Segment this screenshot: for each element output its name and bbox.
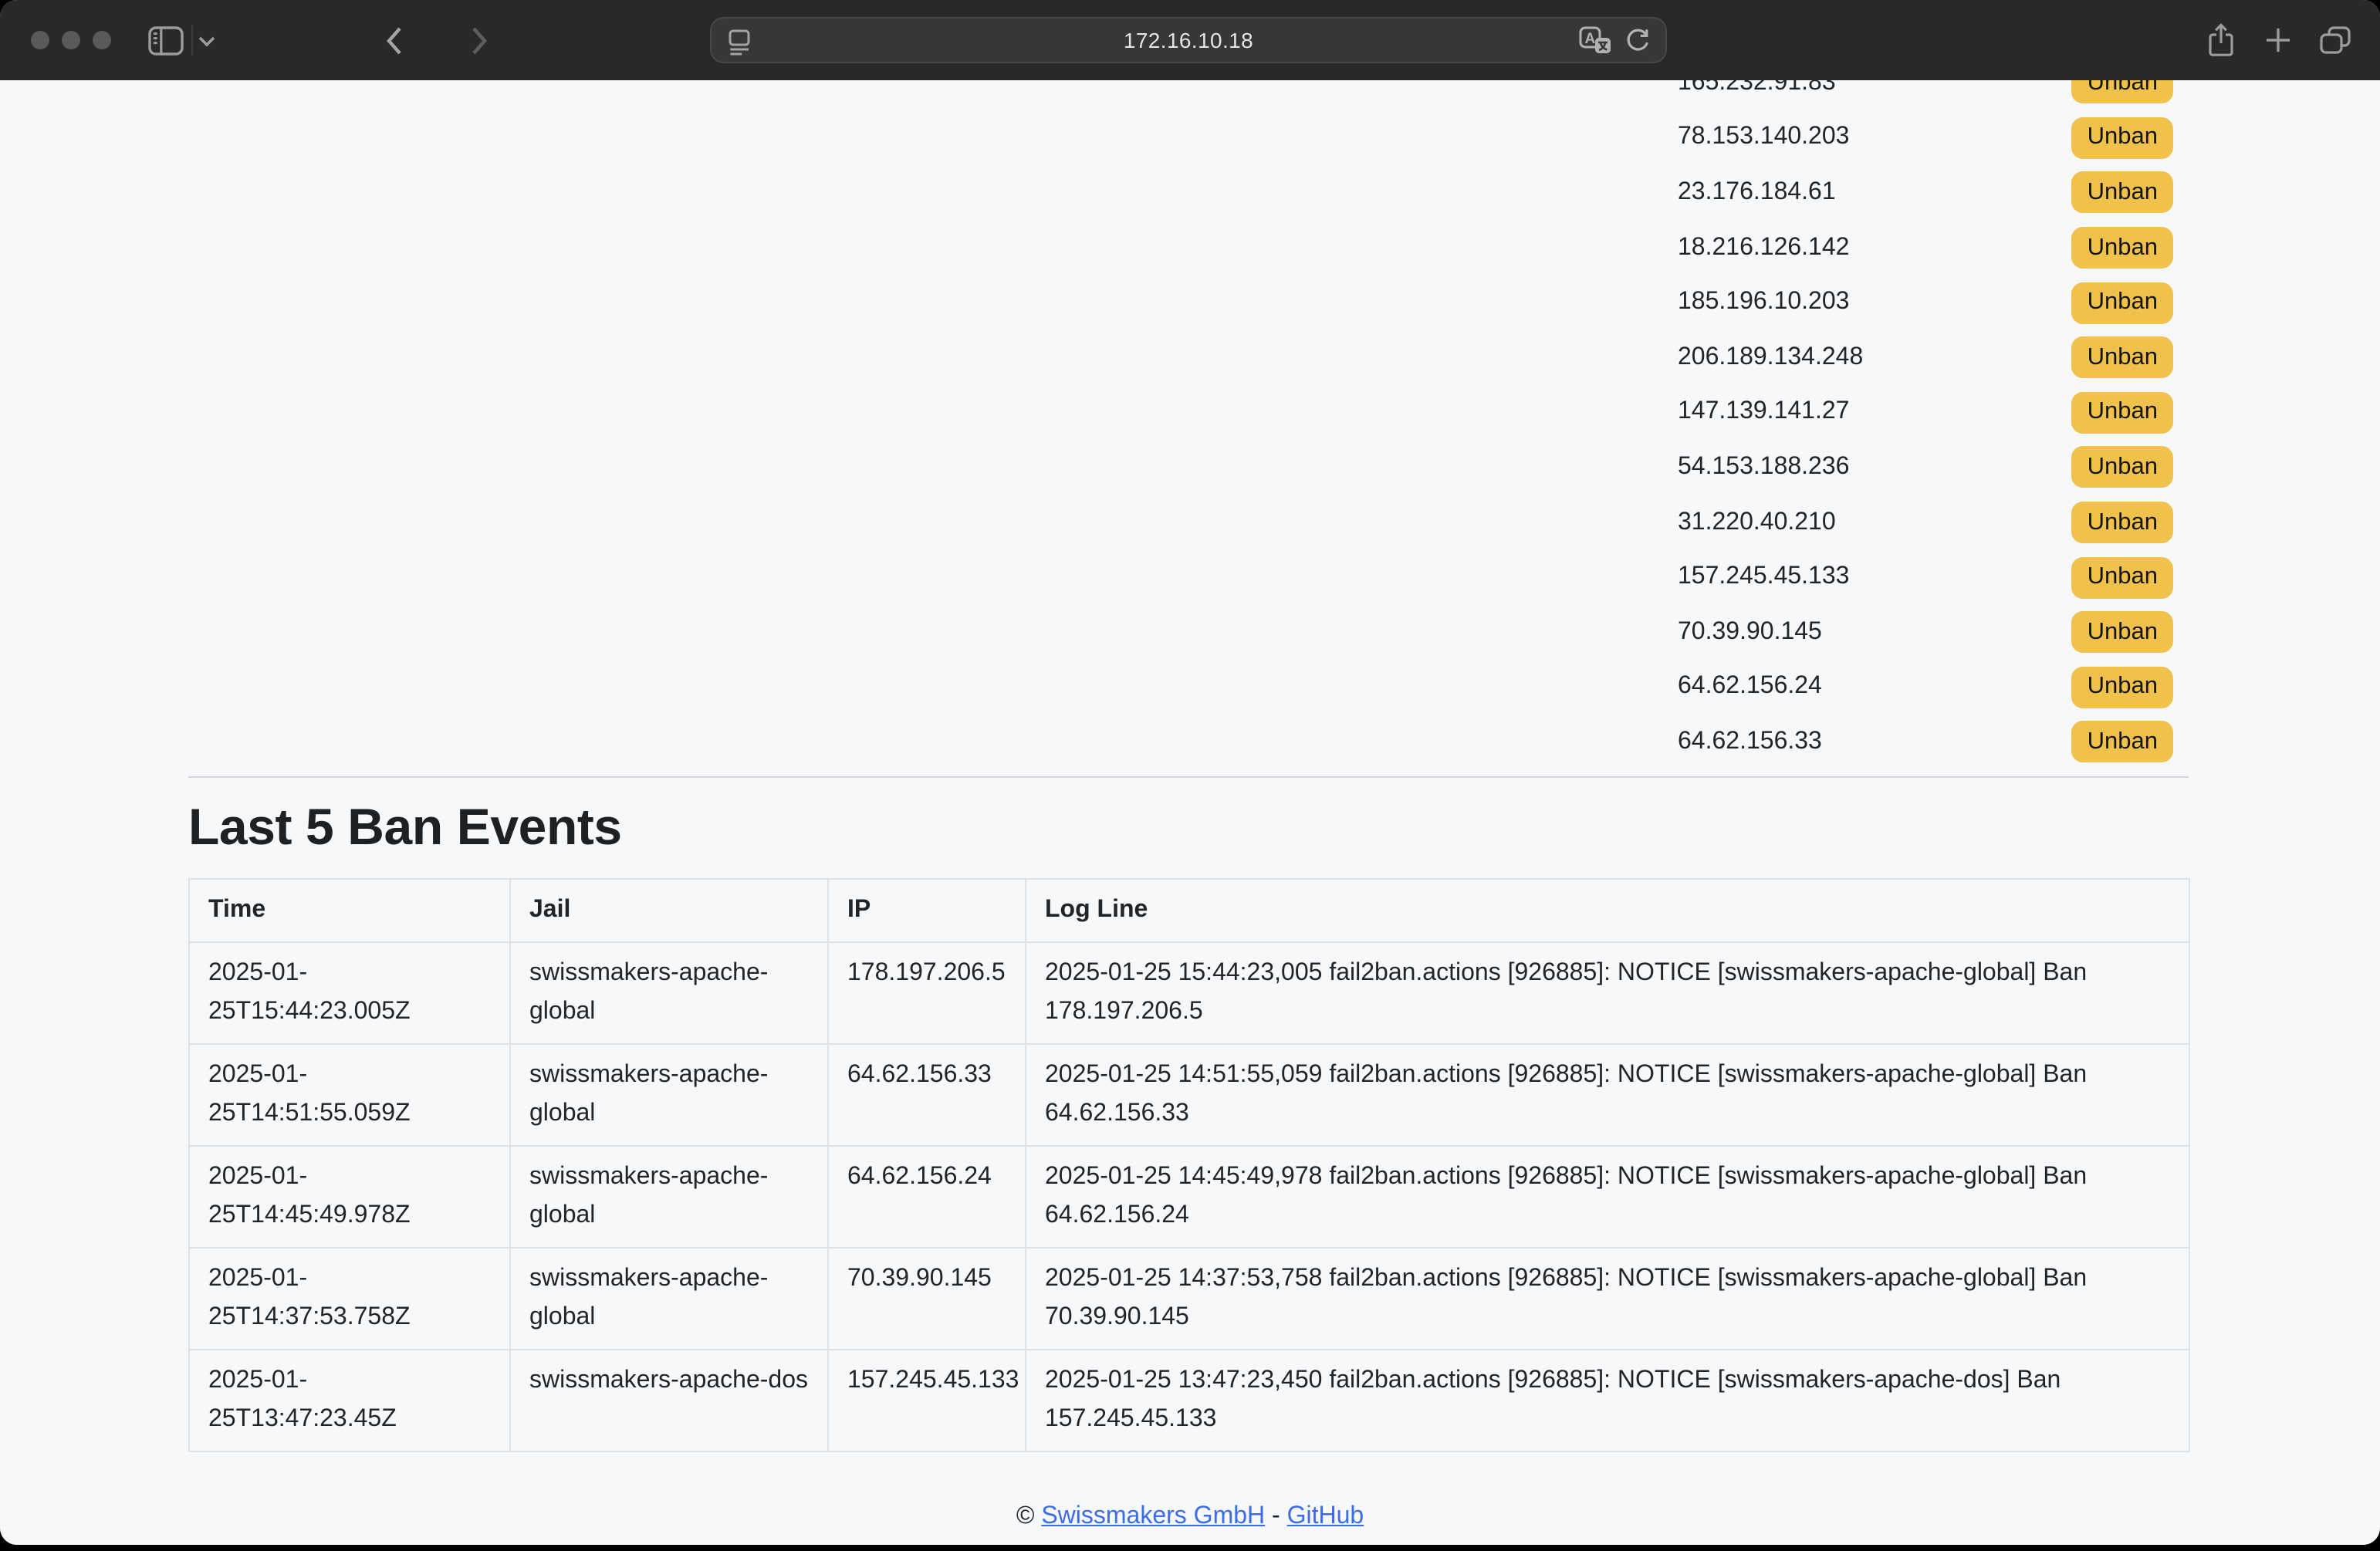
ip-address: 64.62.156.24 <box>1678 674 1822 701</box>
banned-ip-row: 157.245.45.133 Unban <box>1644 550 2189 605</box>
ip-address: 206.189.134.248 <box>1678 344 1863 372</box>
table-row: 2025-01-25T14:51:55.059Zswissmakers-apac… <box>189 1044 2189 1146</box>
toolbar-divider <box>191 25 193 56</box>
time-cell: 2025-01-25T15:44:23.005Z <box>189 942 510 1044</box>
company-link[interactable]: Swissmakers GmbH <box>1041 1503 1265 1529</box>
unban-button[interactable]: Unban <box>2072 227 2173 269</box>
ip-address: 165.232.91.83 <box>1678 80 1836 97</box>
logline-cell: 2025-01-25 13:47:23,450 fail2ban.actions… <box>1026 1350 2189 1451</box>
ban-events-table: Time Jail IP Log Line 2025-01-25T15:44:2… <box>188 878 2190 1452</box>
jail-cell: swissmakers-apache-global <box>510 1044 828 1146</box>
banned-ip-row: 18.216.126.142 Unban <box>1644 221 2189 275</box>
ip-address: 185.196.10.203 <box>1678 289 1849 316</box>
time-cell: 2025-01-25T14:45:49.978Z <box>189 1146 510 1248</box>
ip-cell: 157.245.45.133 <box>828 1350 1026 1451</box>
time-cell: 2025-01-25T14:51:55.059Z <box>189 1044 510 1146</box>
ban-events-heading: Last 5 Ban Events <box>188 798 622 857</box>
table-row: 2025-01-25T14:37:53.758Zswissmakers-apac… <box>189 1248 2189 1350</box>
column-header-time: Time <box>189 879 510 942</box>
logline-cell: 2025-01-25 14:37:53,758 fail2ban.actions… <box>1026 1248 2189 1350</box>
safari-window: 172.16.10.18 A <box>0 0 2380 1545</box>
unban-button[interactable]: Unban <box>2072 282 2173 323</box>
banned-ip-row: 70.39.90.145 Unban <box>1644 605 2189 660</box>
page-content: 165.232.91.83Unban78.153.140.203Unban23.… <box>0 80 2380 1545</box>
ip-cell: 178.197.206.5 <box>828 942 1026 1044</box>
banned-ip-row: 64.62.156.24 Unban <box>1644 660 2189 715</box>
screen: 172.16.10.18 A <box>0 0 2380 1551</box>
github-link[interactable]: GitHub <box>1287 1503 1364 1529</box>
ip-address: 54.153.188.236 <box>1678 454 1849 482</box>
ip-address: 18.216.126.142 <box>1678 234 1849 262</box>
unban-button[interactable]: Unban <box>2072 392 2173 434</box>
logline-cell: 2025-01-25 14:51:55,059 fail2ban.actions… <box>1026 1044 2189 1146</box>
share-icon[interactable] <box>2207 23 2235 57</box>
jail-cell: swissmakers-apache-global <box>510 942 828 1044</box>
close-window-button[interactable] <box>31 31 49 49</box>
banned-ip-row: 147.139.141.27 Unban <box>1644 385 2189 440</box>
banned-ip-row: 31.220.40.210 Unban <box>1644 495 2189 550</box>
browser-toolbar: 172.16.10.18 A <box>0 0 2380 80</box>
ip-address: 70.39.90.145 <box>1678 618 1822 646</box>
unban-button[interactable]: Unban <box>2072 502 2173 543</box>
address-bar[interactable]: 172.16.10.18 A <box>710 17 1667 63</box>
logline-cell: 2025-01-25 14:45:49,978 fail2ban.actions… <box>1026 1146 2189 1248</box>
unban-button[interactable]: Unban <box>2072 117 2173 159</box>
tabs-icon[interactable] <box>2320 26 2351 54</box>
forward-icon[interactable] <box>471 26 488 56</box>
time-cell: 2025-01-25T13:47:23.45Z <box>189 1350 510 1451</box>
sidebar-icon[interactable] <box>148 26 184 56</box>
ip-address: 78.153.140.203 <box>1678 124 1849 152</box>
jail-cell: swissmakers-apache-global <box>510 1248 828 1350</box>
banned-ip-row: 185.196.10.203 Unban <box>1644 275 2189 330</box>
logline-cell: 2025-01-25 15:44:23,005 fail2ban.actions… <box>1026 942 2189 1044</box>
ip-cell: 70.39.90.145 <box>828 1248 1026 1350</box>
svg-text:A: A <box>1585 31 1596 47</box>
banned-ip-row: 23.176.184.61 Unban <box>1644 165 2189 220</box>
column-header-jail: Jail <box>510 879 828 942</box>
ip-address: 147.139.141.27 <box>1678 399 1849 427</box>
table-row: 2025-01-25T13:47:23.45Zswissmakers-apach… <box>189 1350 2189 1451</box>
fullscreen-window-button[interactable] <box>93 31 111 49</box>
unban-button[interactable]: Unban <box>2072 556 2173 598</box>
url-text: 172.16.10.18 <box>712 28 1665 52</box>
jail-cell: swissmakers-apache-global <box>510 1146 828 1248</box>
unban-button[interactable]: Unban <box>2072 721 2173 763</box>
section-divider <box>188 776 2189 778</box>
ip-address: 23.176.184.61 <box>1678 179 1836 207</box>
ip-address: 157.245.45.133 <box>1678 563 1849 591</box>
ip-cell: 64.62.156.24 <box>828 1146 1026 1248</box>
chevron-down-icon[interactable] <box>198 35 216 48</box>
translate-icon[interactable]: A <box>1579 26 1611 54</box>
table-header-row: Time Jail IP Log Line <box>189 879 2189 942</box>
reload-icon[interactable] <box>1625 27 1650 53</box>
banned-ip-row: 165.232.91.83 Unban <box>1644 80 2189 110</box>
minimize-window-button[interactable] <box>62 31 80 49</box>
footer-separator: - <box>1272 1503 1280 1529</box>
ip-address: 64.62.156.33 <box>1678 728 1822 756</box>
table-body: 2025-01-25T15:44:23.005Zswissmakers-apac… <box>189 942 2189 1451</box>
table-row: 2025-01-25T14:45:49.978Zswissmakers-apac… <box>189 1146 2189 1248</box>
table-row: 2025-01-25T15:44:23.005Zswissmakers-apac… <box>189 942 2189 1044</box>
unban-button[interactable]: Unban <box>2072 80 2173 104</box>
column-header-logline: Log Line <box>1026 879 2189 942</box>
banned-ip-row: 78.153.140.203 Unban <box>1644 110 2189 165</box>
jail-cell: swissmakers-apache-dos <box>510 1350 828 1451</box>
banned-ip-row: 64.62.156.33 Unban <box>1644 715 2189 769</box>
unban-button[interactable]: Unban <box>2072 172 2173 214</box>
banned-ip-row: 206.189.134.248 Unban <box>1644 330 2189 385</box>
new-tab-icon[interactable] <box>2264 26 2292 54</box>
ip-address: 31.220.40.210 <box>1678 509 1836 536</box>
banned-ip-row: 54.153.188.236 Unban <box>1644 440 2189 495</box>
banned-ip-list: 165.232.91.83Unban78.153.140.203Unban23.… <box>1644 80 2189 769</box>
unban-button[interactable]: Unban <box>2072 611 2173 653</box>
unban-button[interactable]: Unban <box>2072 337 2173 379</box>
column-header-ip: IP <box>828 879 1026 942</box>
back-icon[interactable] <box>386 26 403 56</box>
footer: © Swissmakers GmbH - GitHub <box>0 1503 2380 1531</box>
time-cell: 2025-01-25T14:37:53.758Z <box>189 1248 510 1350</box>
copyright-symbol: © <box>1016 1503 1035 1529</box>
unban-button[interactable]: Unban <box>2072 447 2173 488</box>
ip-cell: 64.62.156.33 <box>828 1044 1026 1146</box>
unban-button[interactable]: Unban <box>2072 667 2173 708</box>
